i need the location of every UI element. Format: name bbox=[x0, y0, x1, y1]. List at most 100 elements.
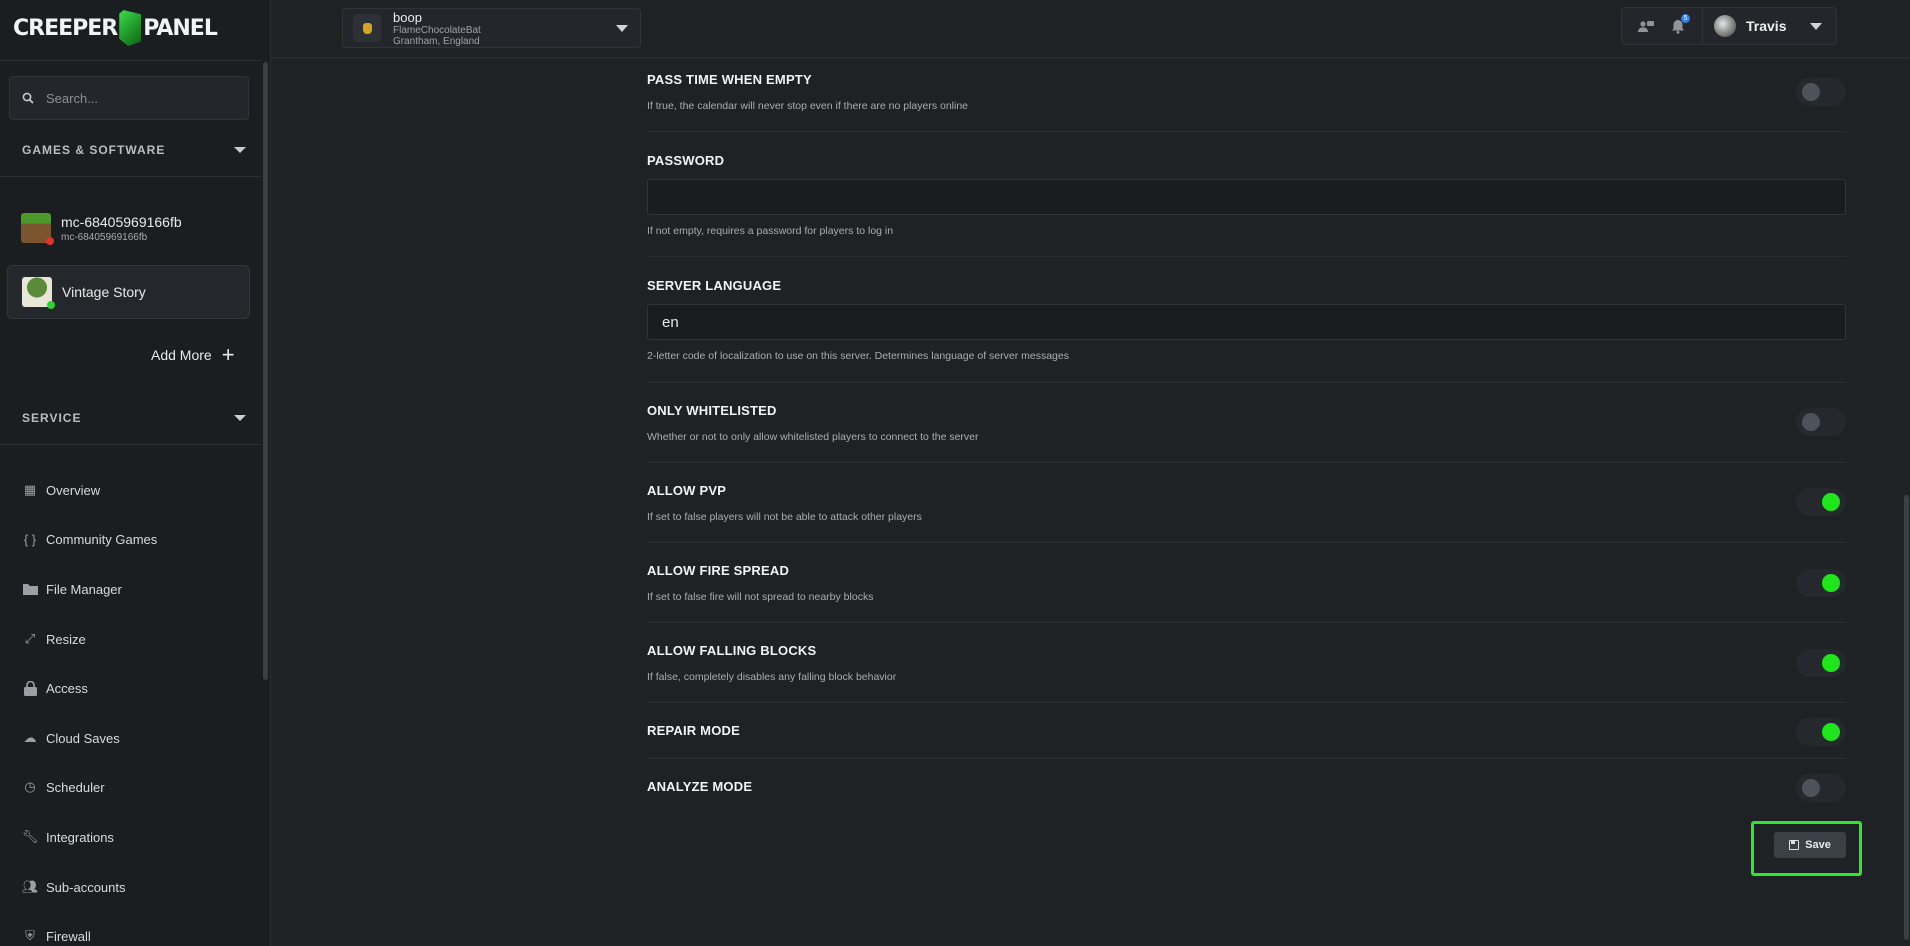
chevron-down-icon[interactable] bbox=[234, 147, 246, 153]
divider bbox=[0, 60, 262, 61]
server-language-input[interactable] bbox=[647, 304, 1846, 340]
nav-access[interactable]: Access bbox=[22, 677, 252, 699]
user-bar: 5 Travis bbox=[1621, 7, 1837, 45]
nav-cloud-saves[interactable]: ☁ Cloud Saves bbox=[22, 727, 252, 749]
toggle-analyze-mode[interactable] bbox=[1796, 774, 1846, 802]
nav-label: Sub-accounts bbox=[46, 879, 126, 895]
setting-pass-time-when-empty: PASS TIME WHEN EMPTY If true, the calend… bbox=[647, 72, 1846, 112]
resize-icon: ⤢ bbox=[24, 631, 36, 646]
setting-label: ANALYZE MODE bbox=[647, 779, 753, 794]
divider bbox=[647, 702, 1846, 703]
toggle-pass-time-when-empty[interactable] bbox=[1796, 78, 1846, 106]
bell-icon[interactable]: 5 bbox=[1670, 14, 1690, 34]
sidebar-scrollbar[interactable] bbox=[263, 62, 268, 680]
username[interactable]: Travis bbox=[1746, 18, 1786, 34]
server-item-mc[interactable]: mc-68405969166fb mc-68405969166fb bbox=[7, 201, 250, 255]
chevron-down-icon[interactable] bbox=[234, 415, 246, 421]
vintage-story-tree-icon bbox=[22, 277, 55, 309]
server-item-vintage-story[interactable]: Vintage Story bbox=[7, 265, 250, 319]
add-more-button[interactable]: Add More + bbox=[151, 344, 235, 366]
users-icon: 👥︎ bbox=[21, 879, 39, 894]
divider bbox=[647, 256, 1846, 257]
server-selector[interactable]: boop FlameChocolateBat Grantham, England bbox=[342, 8, 641, 48]
save-button[interactable]: Save bbox=[1774, 832, 1846, 858]
setting-label: ALLOW FALLING BLOCKS bbox=[647, 643, 817, 658]
plus-icon: + bbox=[221, 342, 235, 367]
divider bbox=[0, 176, 262, 177]
setting-description: 2-letter code of localization to use on … bbox=[647, 350, 1069, 362]
nav-firewall[interactable]: ⛨ Firewall bbox=[22, 925, 252, 946]
setting-analyze-mode: ANALYZE MODE bbox=[647, 774, 1846, 802]
service-header[interactable]: SERVICE bbox=[22, 411, 246, 425]
setting-server-language: SERVER LANGUAGE 2-letter code of localiz… bbox=[647, 278, 1846, 362]
nav-sub-accounts[interactable]: 👥︎ Sub-accounts bbox=[22, 876, 252, 898]
setting-description: If not empty, requires a password for pl… bbox=[647, 225, 894, 237]
setting-password: PASSWORD If not empty, requires a passwo… bbox=[647, 153, 1846, 237]
main-scrollbar[interactable] bbox=[1904, 495, 1909, 940]
divider bbox=[0, 444, 262, 445]
chevron-down-icon[interactable] bbox=[1810, 22, 1822, 30]
divider bbox=[647, 542, 1846, 543]
nav-label: Cloud Saves bbox=[46, 730, 120, 746]
server-name: Vintage Story bbox=[62, 284, 146, 300]
sidebar: CREEPER PANEL GAMES & SOFTWARE mc-684059… bbox=[0, 0, 271, 946]
creeper-panel-logo[interactable]: CREEPER PANEL bbox=[13, 8, 263, 48]
nav-integrations[interactable]: 🔧︎ Integrations bbox=[22, 826, 252, 848]
server-game-icon bbox=[353, 14, 381, 42]
toggle-allow-pvp[interactable] bbox=[1796, 488, 1846, 516]
nav-label: File Manager bbox=[46, 581, 122, 597]
avatar[interactable] bbox=[1714, 15, 1736, 37]
chevron-down-icon[interactable] bbox=[616, 25, 628, 32]
server-selector-name: boop bbox=[393, 9, 422, 25]
toggle-allow-falling-blocks[interactable] bbox=[1796, 649, 1846, 677]
nav-community-games[interactable]: { } Community Games bbox=[22, 528, 252, 550]
divider bbox=[647, 462, 1846, 463]
nav-label: Overview bbox=[46, 482, 101, 498]
setting-label: ALLOW FIRE SPREAD bbox=[647, 563, 790, 578]
users-group-icon[interactable] bbox=[1638, 18, 1654, 34]
nav-scheduler[interactable]: ◷ Scheduler bbox=[22, 776, 252, 798]
games-software-header[interactable]: GAMES & SOFTWARE bbox=[22, 143, 246, 157]
setting-only-whitelisted: ONLY WHITELISTED Whether or not to only … bbox=[647, 403, 1846, 443]
setting-description: Whether or not to only allow whitelisted… bbox=[647, 431, 979, 443]
service-heading: SERVICE bbox=[22, 411, 82, 425]
setting-allow-fire-spread: ALLOW FIRE SPREAD If set to false fire w… bbox=[647, 563, 1846, 603]
toggle-repair-mode[interactable] bbox=[1796, 718, 1846, 746]
lock-icon bbox=[22, 680, 38, 696]
nav-label: Integrations bbox=[46, 829, 114, 845]
braces-icon: { } bbox=[23, 531, 37, 547]
nav-resize[interactable]: ⤢ Resize bbox=[22, 628, 252, 650]
setting-description: If true, the calendar will never stop ev… bbox=[647, 100, 969, 112]
nav-overview[interactable]: ▦ Overview bbox=[22, 479, 252, 501]
toggle-only-whitelisted[interactable] bbox=[1796, 408, 1846, 436]
search-icon bbox=[22, 92, 34, 104]
shield-icon: ⛨ bbox=[25, 928, 35, 943]
save-label: Save bbox=[1805, 839, 1831, 851]
server-selector-location: Grantham, England bbox=[393, 35, 480, 47]
setting-label: PASS TIME WHEN EMPTY bbox=[647, 72, 812, 87]
setting-allow-pvp: ALLOW PVP If set to false players will n… bbox=[647, 483, 1846, 523]
nav-label: Firewall bbox=[46, 928, 91, 944]
toggle-allow-fire-spread[interactable] bbox=[1796, 569, 1846, 597]
password-input[interactable] bbox=[647, 179, 1846, 215]
games-software-heading: GAMES & SOFTWARE bbox=[22, 143, 166, 157]
nav-label: Scheduler bbox=[46, 779, 105, 795]
setting-description: If set to false players will not be able… bbox=[647, 511, 922, 523]
setting-label: PASSWORD bbox=[647, 153, 725, 168]
logo-text-left: CREEPER bbox=[13, 15, 118, 41]
wrench-icon: 🔧︎ bbox=[21, 829, 39, 844]
search-input[interactable] bbox=[44, 89, 228, 107]
floppy-disk-icon bbox=[1789, 840, 1800, 850]
divider bbox=[647, 131, 1846, 132]
server-name: mc-68405969166fb bbox=[61, 213, 182, 230]
add-more-label: Add More bbox=[151, 347, 212, 363]
clock-icon: ◷ bbox=[24, 779, 36, 794]
divider bbox=[1702, 7, 1703, 45]
setting-label: ONLY WHITELISTED bbox=[647, 403, 777, 418]
logo-text-right: PANEL bbox=[143, 15, 218, 41]
nav-label: Community Games bbox=[46, 531, 158, 547]
notification-badge: 5 bbox=[1681, 14, 1690, 23]
nav-file-manager[interactable]: File Manager bbox=[22, 578, 252, 600]
minecraft-grass-block-icon bbox=[21, 213, 54, 245]
folder-icon bbox=[22, 581, 38, 597]
